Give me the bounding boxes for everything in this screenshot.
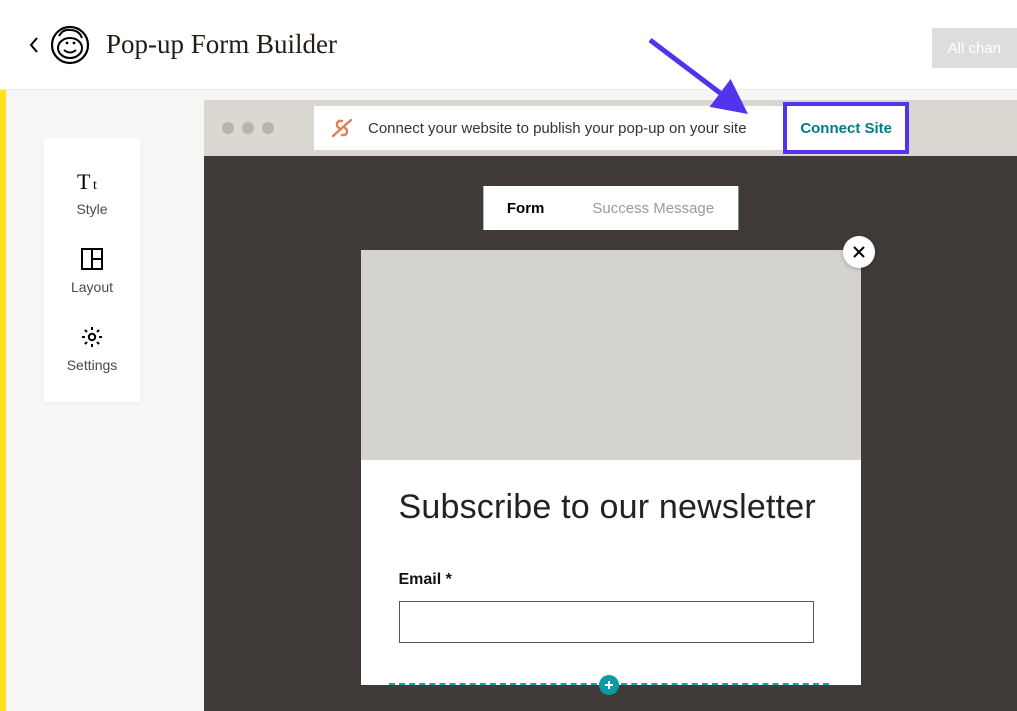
connect-message: Connect your website to publish your pop… — [368, 120, 747, 137]
layout-icon — [80, 247, 104, 271]
add-block-button[interactable] — [599, 675, 619, 695]
sidebar-item-label: Style — [76, 201, 107, 217]
preview-canvas: Form Success Message Subscribe to our ne… — [204, 156, 1017, 711]
mailchimp-logo — [50, 25, 90, 65]
app-header: Pop-up Form Builder All chan — [0, 0, 1017, 90]
browser-chrome-dots — [222, 122, 274, 134]
tool-sidebar: T t Style Layout — [44, 138, 140, 402]
sidebar-item-settings[interactable]: Settings — [45, 313, 139, 391]
sidebar-item-style[interactable]: T t Style — [45, 157, 139, 235]
workspace: T t Style Layout — [6, 90, 1017, 711]
popup-body: Subscribe to our newsletter Email * — [361, 460, 861, 685]
preview-tabs: Form Success Message — [483, 186, 738, 230]
back-button[interactable] — [28, 36, 40, 54]
email-field[interactable] — [399, 601, 814, 643]
tab-form[interactable]: Form — [483, 200, 569, 217]
connect-site-button[interactable]: Connect Site — [783, 102, 909, 154]
sidebar-item-label: Settings — [67, 357, 118, 373]
sidebar-item-label: Layout — [71, 279, 113, 295]
svg-text:t: t — [93, 178, 97, 193]
unlinked-icon — [330, 118, 354, 138]
popup-close-button[interactable] — [843, 236, 875, 268]
preview-stage: Connect your website to publish your pop… — [204, 100, 1017, 711]
email-label: Email * — [399, 571, 823, 589]
popup-preview: Subscribe to our newsletter Email * — [361, 250, 861, 685]
close-icon — [852, 245, 866, 259]
all-changes-button[interactable]: All chan — [932, 28, 1017, 68]
typography-icon: T t — [77, 169, 107, 193]
connect-site-label: Connect Site — [800, 120, 892, 137]
popup-hero-area[interactable] — [361, 250, 861, 460]
freddie-icon — [50, 25, 90, 65]
chevron-left-icon — [28, 36, 40, 54]
page-title: Pop-up Form Builder — [106, 29, 337, 60]
tab-success-message[interactable]: Success Message — [568, 200, 738, 217]
sidebar-item-layout[interactable]: Layout — [45, 235, 139, 313]
popup-title[interactable]: Subscribe to our newsletter — [399, 488, 823, 527]
add-block-divider — [389, 683, 829, 685]
svg-text:T: T — [77, 169, 91, 193]
plus-icon — [604, 680, 614, 690]
gear-icon — [80, 325, 104, 349]
all-changes-label: All chan — [948, 40, 1001, 57]
